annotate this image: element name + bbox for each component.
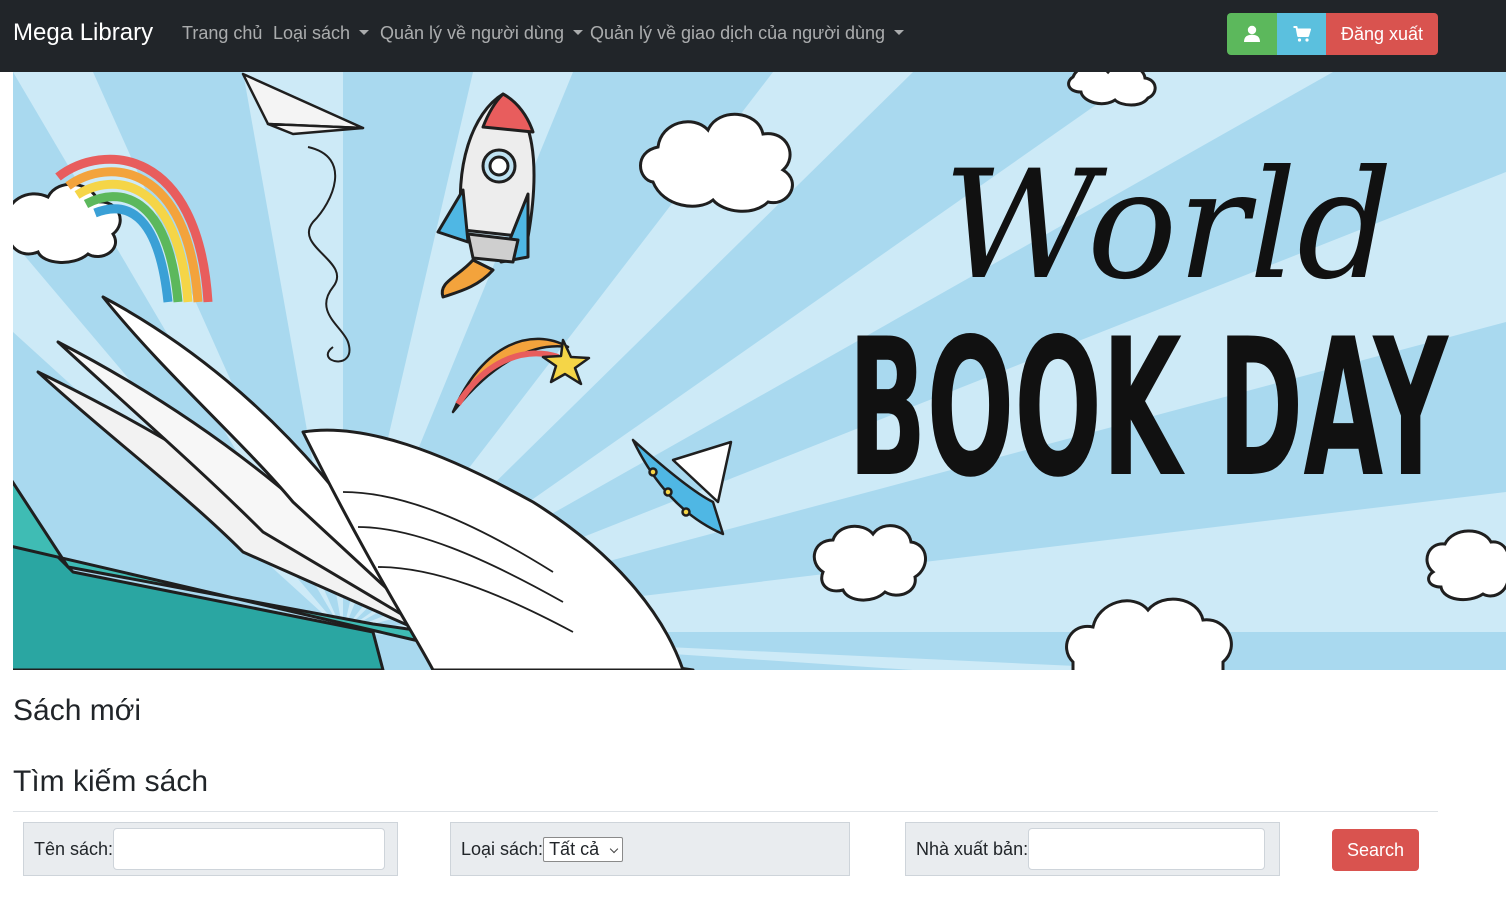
brand-logo[interactable]: Mega Library bbox=[13, 19, 153, 47]
cart-button[interactable] bbox=[1277, 13, 1326, 55]
publisher-input[interactable] bbox=[1028, 828, 1266, 870]
hero-banner: World BOOK DAY bbox=[13, 72, 1506, 670]
caret-down-icon bbox=[572, 30, 583, 36]
caret-down-icon bbox=[359, 30, 370, 36]
user-icon bbox=[1244, 25, 1260, 42]
caret-down-icon bbox=[894, 30, 905, 36]
category-selected-value: Tất cả bbox=[549, 838, 600, 859]
banner-illustration: World BOOK DAY bbox=[13, 72, 1506, 670]
section-divider bbox=[13, 811, 1438, 812]
title-search-group: Tên sách: bbox=[23, 822, 398, 876]
category-label: Loại sách: bbox=[461, 838, 544, 859]
chevron-down-icon bbox=[609, 844, 619, 853]
publisher-label: Nhà xuất bản: bbox=[916, 838, 1029, 859]
nav-transaction-management-label: Quản lý về giao dịch của người dùng bbox=[590, 23, 886, 43]
title-input[interactable] bbox=[113, 828, 386, 870]
search-books-heading: Tìm kiếm sách bbox=[13, 765, 209, 798]
title-label: Tên sách: bbox=[34, 838, 114, 859]
category-search-group: Loại sách: Tất cả bbox=[450, 822, 850, 876]
top-navbar: Mega Library Trang chủ Loại sách Quản lý… bbox=[0, 0, 1506, 72]
nav-book-categories[interactable]: Loại sách bbox=[273, 22, 370, 44]
publisher-search-group: Nhà xuất bản: bbox=[905, 822, 1280, 876]
nav-book-categories-label: Loại sách bbox=[273, 23, 351, 43]
category-select[interactable]: Tất cả bbox=[543, 836, 624, 862]
nav-home[interactable]: Trang chủ bbox=[182, 22, 262, 44]
nav-user-management-label: Quản lý về người dùng bbox=[380, 23, 564, 43]
logout-button[interactable]: Đăng xuất bbox=[1326, 13, 1438, 55]
search-button[interactable]: Search bbox=[1332, 829, 1419, 871]
banner-title-line2: BOOK DAY bbox=[848, 298, 1449, 519]
nav-user-management[interactable]: Quản lý về người dùng bbox=[380, 22, 583, 44]
new-books-heading: Sách mới bbox=[13, 694, 142, 727]
nav-transaction-management[interactable]: Quản lý về giao dịch của người dùng bbox=[590, 22, 905, 44]
nav-home-label: Trang chủ bbox=[182, 23, 263, 43]
cart-icon bbox=[1293, 26, 1311, 42]
user-profile-button[interactable] bbox=[1227, 13, 1277, 55]
banner-title-line1: World bbox=[943, 139, 1393, 313]
